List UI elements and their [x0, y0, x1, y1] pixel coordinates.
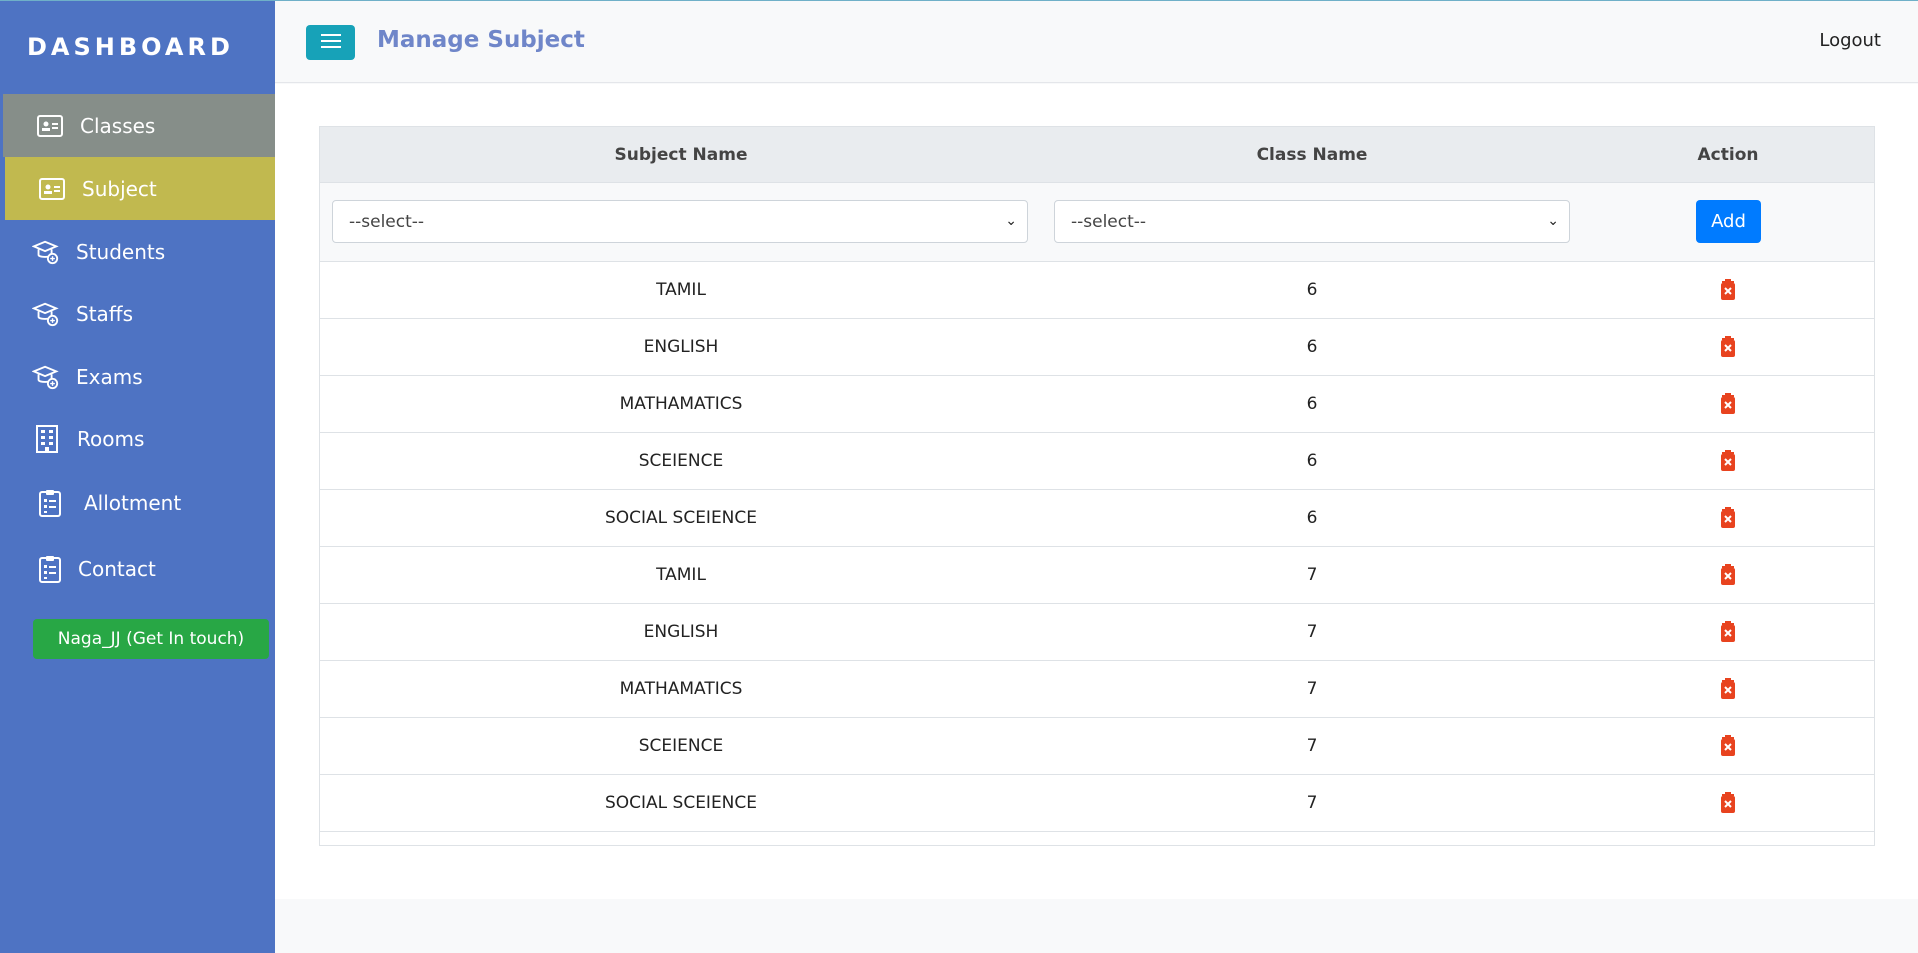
delete-icon[interactable]: [1717, 735, 1739, 757]
clipboard-icon: [36, 555, 64, 583]
table-header: Subject Name Class Name Action: [320, 127, 1874, 183]
table-row: ENGLISH 6: [320, 319, 1874, 376]
subject-name-cell: TAMIL: [656, 565, 706, 585]
chevron-down-icon: ⌄: [1005, 213, 1017, 229]
id-card-icon: [36, 112, 64, 140]
sidebar: DASHBOARD Classes Subject Students Staff…: [0, 0, 275, 953]
delete-icon[interactable]: [1717, 678, 1739, 700]
table-row: SCEIENCE 6: [320, 433, 1874, 490]
class-name-cell: 7: [1306, 679, 1318, 699]
subject-select-value: --select--: [349, 211, 425, 232]
subject-name-cell: ENGLISH: [643, 337, 719, 357]
class-name-cell: 7: [1306, 565, 1318, 585]
get-in-touch-button[interactable]: Naga_JJ (Get In touch): [33, 619, 269, 659]
table-row: ENGLISH 7: [320, 604, 1874, 661]
graduate-icon: [32, 363, 60, 391]
action-cell: [1582, 775, 1874, 831]
subject-table: Subject Name Class Name Action --select-…: [319, 126, 1875, 846]
class-select-value: --select--: [1071, 211, 1147, 232]
footer: [275, 899, 1918, 953]
action-cell: [1582, 319, 1874, 375]
building-icon: [33, 424, 61, 453]
clipboard-icon: [36, 489, 64, 517]
class-name-cell: 6: [1306, 337, 1318, 357]
delete-icon[interactable]: [1717, 621, 1739, 643]
class-name-cell: 7: [1306, 622, 1318, 642]
action-cell: [1582, 604, 1874, 660]
page-title: Manage Subject: [377, 27, 585, 53]
subject-name-cell: MATHAMATICS: [619, 394, 743, 414]
logout-link[interactable]: Logout: [1819, 30, 1881, 51]
table-row: SOCIAL SCEIENCE 7: [320, 775, 1874, 832]
delete-icon[interactable]: [1717, 336, 1739, 358]
chevron-down-icon: ⌄: [1547, 213, 1559, 229]
sidebar-item-label: Rooms: [77, 426, 145, 451]
delete-icon[interactable]: [1717, 507, 1739, 529]
subject-name-cell: SCEIENCE: [638, 451, 724, 471]
action-cell: [1582, 718, 1874, 774]
sidebar-item-label: Classes: [80, 113, 156, 138]
graduate-icon: [32, 300, 60, 328]
add-subject-row: --select-- ⌄ --select-- ⌄ Add: [320, 183, 1874, 262]
table-row: SCEIENCE 7: [320, 718, 1874, 775]
class-select[interactable]: --select-- ⌄: [1054, 200, 1570, 243]
delete-icon[interactable]: [1717, 279, 1739, 301]
sidebar-item-label: Contact: [78, 556, 156, 581]
delete-icon[interactable]: [1717, 564, 1739, 586]
top-navbar: Manage Subject Logout: [275, 0, 1918, 83]
sidebar-item-label: Exams: [76, 364, 143, 389]
subject-name-cell: SOCIAL SCEIENCE: [604, 508, 758, 528]
action-cell: [1582, 262, 1874, 318]
sidebar-item-students[interactable]: Students: [0, 220, 275, 283]
subject-name-cell: MATHAMATICS: [619, 679, 743, 699]
sidebar-item-allotment[interactable]: Allotment: [0, 471, 275, 534]
sidebar-item-exams[interactable]: Exams: [0, 345, 275, 408]
action-cell: [1582, 661, 1874, 717]
action-cell: [1582, 433, 1874, 489]
table-row: SOCIAL SCEIENCE 6: [320, 490, 1874, 547]
delete-icon[interactable]: [1717, 393, 1739, 415]
class-name-cell: 7: [1306, 793, 1318, 813]
action-cell: [1582, 490, 1874, 546]
delete-icon[interactable]: [1717, 792, 1739, 814]
subject-name-cell: ENGLISH: [643, 622, 719, 642]
table-row: MATHAMATICS 6: [320, 376, 1874, 433]
main-content: Subject Name Class Name Action --select-…: [275, 84, 1918, 899]
action-cell: [1582, 547, 1874, 603]
sidebar-item-contact[interactable]: Contact: [0, 537, 275, 600]
id-card-icon: [38, 175, 66, 203]
hamburger-icon: [320, 33, 341, 53]
table-row: TAMIL 6: [320, 262, 1874, 319]
header-subject-name: Subject Name: [614, 144, 748, 165]
class-name-cell: 6: [1306, 280, 1318, 300]
header-action: Action: [1697, 144, 1759, 165]
sidebar-item-label: Subject: [82, 176, 157, 201]
subject-select[interactable]: --select-- ⌄: [332, 200, 1028, 243]
sidebar-item-label: Staffs: [76, 301, 133, 326]
brand-title: DASHBOARD: [0, 0, 275, 93]
delete-icon[interactable]: [1717, 450, 1739, 472]
class-name-cell: 6: [1306, 508, 1318, 528]
sidebar-item-label: Students: [76, 239, 166, 264]
sidebar-item-rooms[interactable]: Rooms: [0, 407, 275, 470]
subject-name-cell: TAMIL: [656, 280, 706, 300]
class-name-cell: 6: [1306, 451, 1318, 471]
class-name-cell: 6: [1306, 394, 1318, 414]
sidebar-item-staffs[interactable]: Staffs: [0, 282, 275, 345]
subject-name-cell: SCEIENCE: [638, 736, 724, 756]
action-cell: [1582, 376, 1874, 432]
sidebar-item-subject[interactable]: Subject: [0, 157, 275, 220]
class-name-cell: 7: [1306, 736, 1318, 756]
graduate-icon: [32, 238, 60, 266]
table-row: TAMIL 7: [320, 547, 1874, 604]
header-class-name: Class Name: [1256, 144, 1368, 165]
sidebar-item-label: Allotment: [84, 490, 182, 515]
menu-toggle-button[interactable]: [306, 25, 355, 60]
add-button[interactable]: Add: [1696, 200, 1761, 243]
table-row: MATHAMATICS 7: [320, 661, 1874, 718]
subject-name-cell: SOCIAL SCEIENCE: [604, 793, 758, 813]
sidebar-item-classes[interactable]: Classes: [0, 94, 275, 157]
